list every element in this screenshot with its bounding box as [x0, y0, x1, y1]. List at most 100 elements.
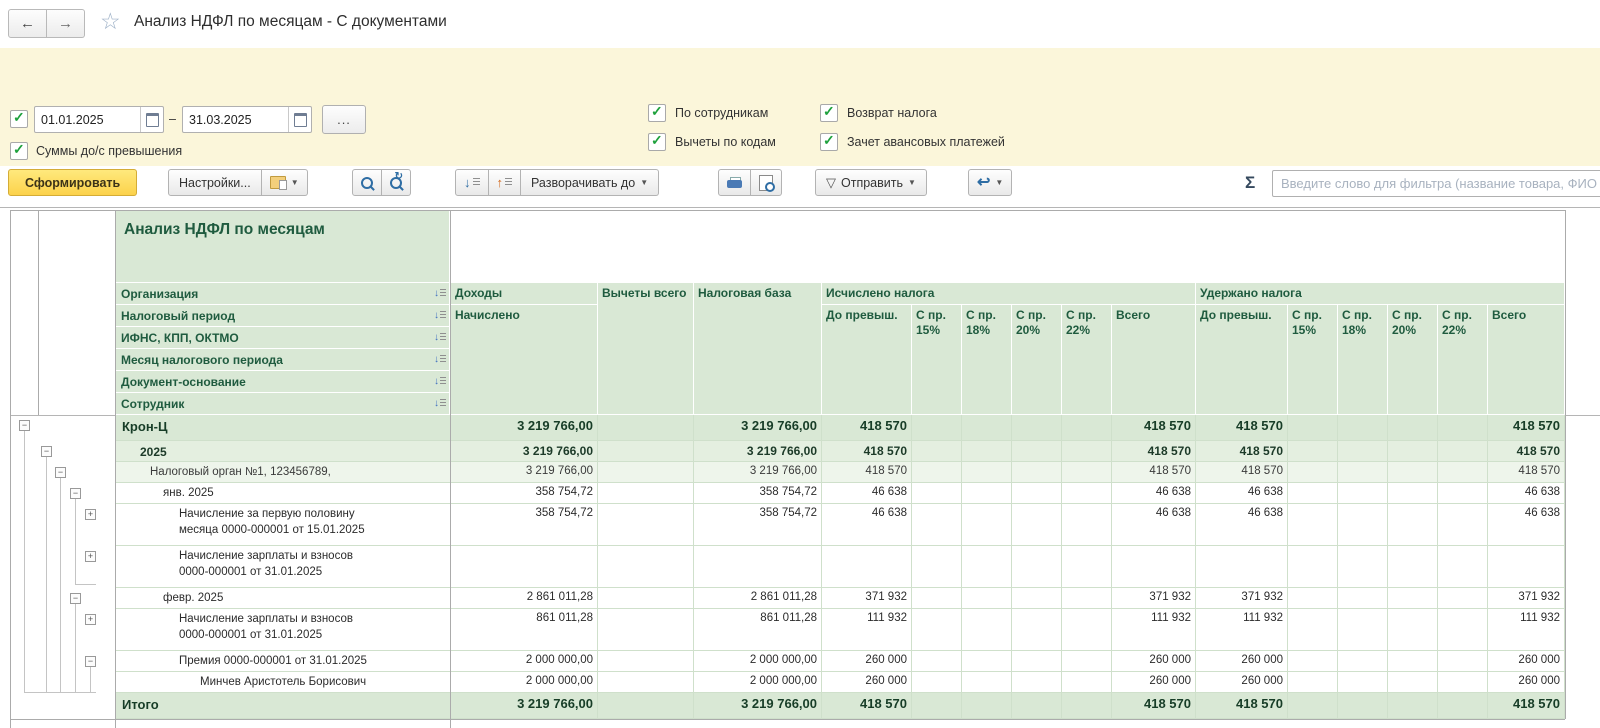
- period-to-input[interactable]: [183, 113, 288, 127]
- cell[interactable]: [822, 546, 912, 588]
- cell[interactable]: [1012, 693, 1062, 719]
- table-row[interactable]: +Начисление зарплаты и взносов 0000-0000…: [0, 609, 1565, 651]
- favorite-star-icon[interactable]: ☆: [100, 8, 121, 35]
- cell[interactable]: 418 570: [822, 693, 912, 719]
- cell[interactable]: [598, 609, 694, 651]
- tree-toggle[interactable]: +: [85, 551, 96, 562]
- col-header-withheld-0[interactable]: До превыш.: [1196, 305, 1288, 415]
- checkbox-icon[interactable]: ✓: [648, 133, 666, 151]
- row-header-2[interactable]: ИФНС, КПП, ОКТМО↓: [116, 327, 450, 349]
- cell[interactable]: [1012, 483, 1062, 504]
- cell[interactable]: 371 932: [822, 588, 912, 609]
- cell[interactable]: [1012, 504, 1062, 546]
- col-header-withheld-3[interactable]: С пр. 20%: [1388, 305, 1438, 415]
- cell[interactable]: [1388, 504, 1438, 546]
- row-label[interactable]: Премия 0000-000001 от 31.01.2025: [116, 651, 450, 672]
- cell[interactable]: [1062, 651, 1112, 672]
- cell[interactable]: [1338, 588, 1388, 609]
- cell[interactable]: [1388, 415, 1438, 441]
- cell[interactable]: 3 219 766,00: [451, 415, 598, 441]
- sort-icon[interactable]: ↓: [434, 355, 446, 365]
- cell[interactable]: 418 570: [1112, 693, 1196, 719]
- col-header-calculated-0[interactable]: До превыш.: [822, 305, 912, 415]
- expand-to-button[interactable]: Разворачивать до▼: [521, 169, 659, 196]
- cell[interactable]: 418 570: [1112, 462, 1196, 483]
- row-header-1[interactable]: Налоговый период↓: [116, 305, 450, 327]
- cell[interactable]: [962, 441, 1012, 462]
- cell[interactable]: [1062, 483, 1112, 504]
- cell[interactable]: [1438, 415, 1488, 441]
- generate-button[interactable]: Сформировать: [8, 169, 137, 196]
- cell[interactable]: 46 638: [1488, 504, 1565, 546]
- cell[interactable]: 260 000: [1112, 651, 1196, 672]
- cell[interactable]: [1062, 672, 1112, 693]
- cell[interactable]: [962, 693, 1012, 719]
- checkbox-icon[interactable]: ✓: [820, 133, 838, 151]
- cell[interactable]: 111 932: [1112, 609, 1196, 651]
- cell[interactable]: 260 000: [1488, 651, 1565, 672]
- cell[interactable]: [1288, 504, 1338, 546]
- table-row[interactable]: +Начисление за первую половину месяца 00…: [0, 504, 1565, 546]
- cell[interactable]: [1338, 504, 1388, 546]
- cell[interactable]: 260 000: [1196, 672, 1288, 693]
- cell[interactable]: [1388, 609, 1438, 651]
- row-label[interactable]: Минчев Аристотель Борисович: [116, 672, 450, 693]
- refresh-button[interactable]: ↩ ▼: [968, 169, 1012, 196]
- cell[interactable]: [1438, 546, 1488, 588]
- find-button[interactable]: [352, 169, 382, 196]
- cell[interactable]: [1438, 483, 1488, 504]
- cell[interactable]: 358 754,72: [451, 504, 598, 546]
- sort-icon[interactable]: ↓: [434, 289, 446, 299]
- cell[interactable]: [1012, 609, 1062, 651]
- cell[interactable]: [962, 672, 1012, 693]
- cell[interactable]: 418 570: [1488, 693, 1565, 719]
- cell[interactable]: 3 219 766,00: [451, 441, 598, 462]
- cell[interactable]: [1288, 415, 1338, 441]
- calendar-icon[interactable]: [288, 107, 311, 132]
- cell[interactable]: [1012, 588, 1062, 609]
- cell[interactable]: 46 638: [1112, 483, 1196, 504]
- calendar-icon[interactable]: [140, 107, 163, 132]
- tree-toggle[interactable]: −: [70, 488, 81, 499]
- cell[interactable]: [1288, 483, 1338, 504]
- cell[interactable]: [1338, 483, 1388, 504]
- col-header-withheld-2[interactable]: С пр. 18%: [1338, 305, 1388, 415]
- cell[interactable]: [1388, 462, 1438, 483]
- col-header-withheld-group[interactable]: Удержано налога: [1196, 283, 1565, 305]
- period-from-input[interactable]: [35, 113, 140, 127]
- cell[interactable]: [912, 483, 962, 504]
- cell[interactable]: [1112, 546, 1196, 588]
- cell[interactable]: [1062, 693, 1112, 719]
- row-label[interactable]: Налоговый орган №1, 123456789,: [116, 462, 450, 483]
- cell[interactable]: [1062, 415, 1112, 441]
- cell[interactable]: [962, 546, 1012, 588]
- cell[interactable]: [1012, 672, 1062, 693]
- cell[interactable]: [912, 609, 962, 651]
- col-header-calculated-4[interactable]: С пр. 22%: [1062, 305, 1112, 415]
- option-1[interactable]: ✓Зачет авансовых платежей: [820, 131, 1005, 153]
- table-row[interactable]: Минчев Аристотель Борисович2 000 000,002…: [0, 672, 1565, 693]
- cell[interactable]: [1062, 609, 1112, 651]
- cell[interactable]: [1388, 441, 1438, 462]
- row-label[interactable]: Итого: [116, 693, 450, 719]
- sort-icon[interactable]: ↓: [434, 377, 446, 387]
- cell[interactable]: 111 932: [1196, 609, 1288, 651]
- cell[interactable]: [912, 672, 962, 693]
- option-0[interactable]: ✓По сотрудникам: [648, 102, 776, 124]
- cell[interactable]: [962, 483, 1012, 504]
- col-header-tax-base[interactable]: Налоговая база: [694, 283, 822, 415]
- period-checkbox[interactable]: ✓: [10, 110, 28, 133]
- col-header-incomes[interactable]: Доходы: [451, 283, 598, 305]
- find-next-button[interactable]: ↻: [382, 169, 411, 196]
- cell[interactable]: [1288, 672, 1338, 693]
- cell[interactable]: 2 000 000,00: [694, 672, 822, 693]
- cell[interactable]: 418 570: [822, 462, 912, 483]
- cell[interactable]: [598, 546, 694, 588]
- cell[interactable]: 371 932: [1196, 588, 1288, 609]
- cell[interactable]: 358 754,72: [451, 483, 598, 504]
- cell[interactable]: 418 570: [1488, 441, 1565, 462]
- cell[interactable]: [1438, 588, 1488, 609]
- sort-icon[interactable]: ↓: [434, 399, 446, 409]
- cell[interactable]: 2 000 000,00: [451, 672, 598, 693]
- cell[interactable]: [1062, 588, 1112, 609]
